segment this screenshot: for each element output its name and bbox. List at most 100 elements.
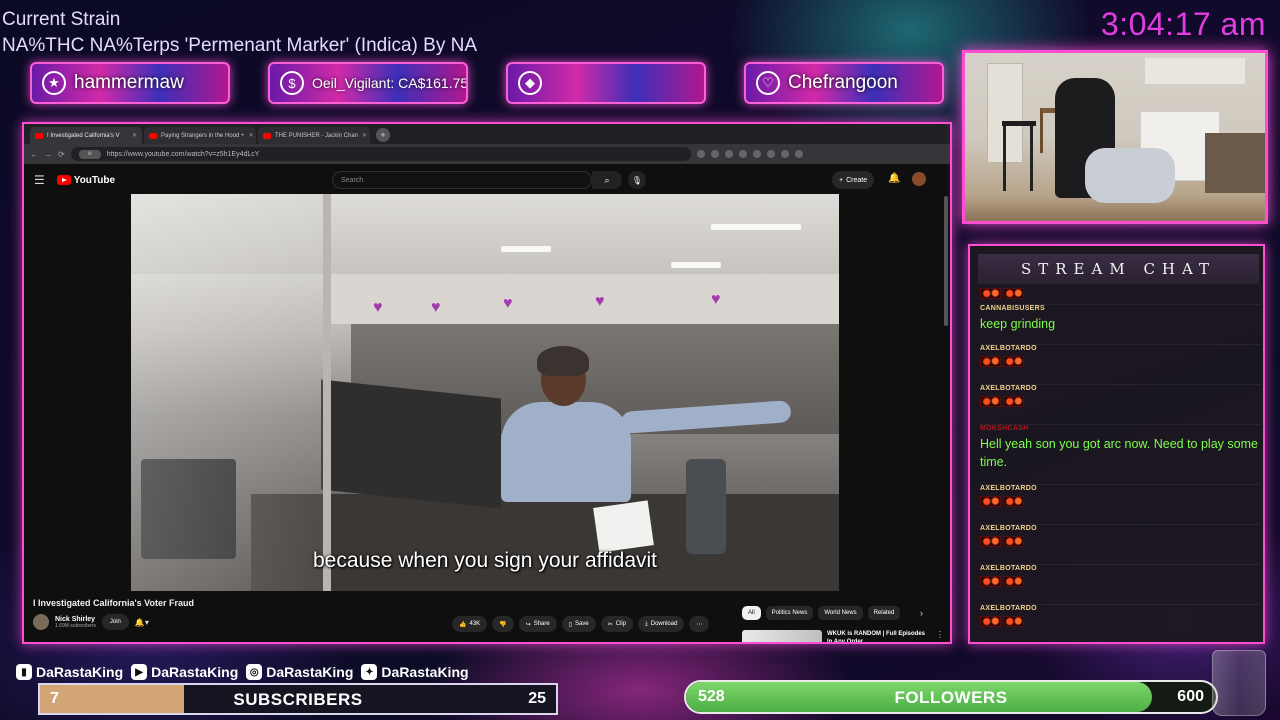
join-button[interactable]: Join <box>101 614 129 630</box>
chat-emotes <box>980 496 1260 507</box>
emote-icon <box>980 576 1001 587</box>
browser-tab[interactable]: THE PUNISHER - Jackin Chan ✕ <box>258 127 370 144</box>
tab-label: THE PUNISHER - Jackin Chan <box>275 132 359 139</box>
social-twitch: ▮ DaRastaKing <box>16 664 123 680</box>
share-label: Share <box>533 621 550 627</box>
scissors-icon: ✂ <box>607 621 613 628</box>
channel-name[interactable]: Nick Shirley <box>55 616 96 623</box>
video-frame-glass <box>131 194 331 591</box>
webcam-stool <box>1002 121 1036 191</box>
clip-label: Clip <box>615 621 627 627</box>
youtube-header: ☰ YouTube Search ⌕ 🎙 + Create 🔔 <box>24 164 950 196</box>
chat-message: AXELBOTARDO <box>980 484 1260 507</box>
new-tab-button[interactable]: + <box>376 128 390 142</box>
chat-text: keep grinding <box>980 317 1056 331</box>
menu-icon[interactable]: ☰ <box>34 173 45 187</box>
chip-politics-news[interactable]: Politics News <box>765 606 814 620</box>
subscriber-label: SUBSCRIBERS <box>233 690 363 709</box>
chat-username: AXELBOTARDO <box>980 485 1037 492</box>
close-icon[interactable]: ✕ <box>132 132 137 139</box>
microphone-icon[interactable]: 🎙 <box>628 171 646 189</box>
alert-follower: ★ hammermaw <box>30 62 230 104</box>
search-icon[interactable]: ⌕ <box>592 171 622 189</box>
chat-username: AXELBOTARDO <box>980 565 1037 572</box>
alert-donation: $ Oeil_Vigilant: CA$161.75 <box>268 62 468 104</box>
chip-related[interactable]: Related <box>867 606 901 620</box>
download-button[interactable]: ⤓ Download <box>638 616 685 632</box>
subscribe-bell-icon[interactable]: 🔔▾ <box>135 618 149 627</box>
extension-icon[interactable] <box>738 150 747 158</box>
chevron-right-icon[interactable]: › <box>920 608 923 618</box>
video-actions: 👍 43K 👎 ↪ Share ▯ Save ✂ Clip ⤓ Download… <box>452 616 710 632</box>
share-button[interactable]: ↪ Share <box>518 616 557 632</box>
related-chips: All Politics News World News Related <box>742 606 901 620</box>
webcam-person <box>1085 148 1175 203</box>
extension-icon[interactable] <box>710 150 719 158</box>
clip-button[interactable]: ✂ Clip <box>600 616 634 632</box>
channel-avatar[interactable] <box>33 614 49 630</box>
dislike-button[interactable]: 👎 <box>492 616 514 632</box>
browser-tab[interactable]: Paying Strangers in the Hood + ✕ <box>144 127 256 144</box>
browser-tab[interactable]: I Investigated California's V ✕ <box>30 127 142 144</box>
video-player[interactable]: ♥ ♥ ♥ ♥ ♥ because when you sign your aff… <box>131 194 839 591</box>
chat-text: Hell yeah son you got arc now. Need to p… <box>980 437 1258 469</box>
like-button[interactable]: 👍 43K <box>452 616 488 632</box>
youtube-icon <box>263 132 271 139</box>
site-info-icon[interactable]: ⚙ <box>78 149 101 159</box>
recommended-title[interactable]: WKUK is RANDOM | Full Episodes In Any Or… <box>827 630 927 642</box>
follower-label: FOLLOWERS <box>894 688 1008 707</box>
avatar[interactable] <box>912 172 926 186</box>
video-frame-person <box>501 344 792 504</box>
video-frame-bottle <box>686 459 726 554</box>
reload-icon[interactable]: ⟳ <box>58 150 65 159</box>
more-icon[interactable]: ⋮ <box>936 630 944 642</box>
glass-cup <box>1212 650 1266 716</box>
close-icon[interactable]: ✕ <box>249 132 254 139</box>
chat-emotes <box>980 576 1260 587</box>
page-scrollbar[interactable] <box>944 196 948 326</box>
emote-icon <box>980 536 1001 547</box>
url-field[interactable]: ⚙ https://www.youtube.com/watch?v=z5h1Ey… <box>70 147 691 161</box>
diamond-icon: ◆ <box>518 71 542 95</box>
social-handle: DaRastaKing <box>36 664 124 680</box>
chat-message: AXELBOTARDO <box>980 524 1260 547</box>
twitch-icon: ▮ <box>16 664 32 680</box>
chat-emotes <box>980 356 1260 367</box>
video-frame-light <box>671 262 721 268</box>
close-icon[interactable]: ✕ <box>362 132 367 139</box>
social-handle: DaRastaKing <box>266 664 354 680</box>
browser-window: I Investigated California's V ✕ Paying S… <box>22 122 952 644</box>
emote-icon <box>980 356 1001 367</box>
chat-emotes <box>980 536 1260 547</box>
extension-icon[interactable] <box>766 150 775 158</box>
extension-icon[interactable] <box>724 150 733 158</box>
emote-icon <box>1003 396 1024 407</box>
extension-icon[interactable] <box>780 150 789 158</box>
more-button[interactable]: ⋯ <box>689 616 710 632</box>
video-title: I Investigated California's Voter Fraud <box>33 598 195 608</box>
video-frame-wall <box>331 274 839 324</box>
extension-icon[interactable] <box>752 150 761 158</box>
tab-bar: I Investigated California's V ✕ Paying S… <box>24 124 950 144</box>
extension-icon[interactable] <box>696 150 705 158</box>
profile-icon[interactable] <box>794 150 803 158</box>
back-icon[interactable]: ← <box>30 150 38 159</box>
chat-username: CANNABISUSERS <box>980 305 1045 312</box>
search-input[interactable]: Search <box>332 171 592 189</box>
forward-icon[interactable]: → <box>44 150 52 159</box>
channel-info: Nick Shirley 1.69M subscribers Join 🔔▾ <box>33 614 149 630</box>
star-icon: ★ <box>42 71 66 95</box>
alert-label: hammermaw <box>74 72 184 93</box>
youtube-icon <box>149 132 157 139</box>
video-frame-light <box>501 246 551 252</box>
notifications-icon[interactable]: 🔔 <box>888 173 900 184</box>
youtube-logo[interactable]: YouTube <box>56 175 115 186</box>
save-button[interactable]: ▯ Save <box>561 616 596 632</box>
chip-all[interactable]: All <box>742 606 761 620</box>
create-button[interactable]: + Create <box>832 171 875 189</box>
recommended-video[interactable]: WKUK is RANDOM | Full Episodes In Any Or… <box>742 630 944 642</box>
video-frame-desk <box>251 494 839 591</box>
video-frame-heart: ♥ <box>711 291 721 308</box>
chip-world-news[interactable]: World News <box>818 606 863 620</box>
video-thumbnail[interactable] <box>742 630 822 642</box>
